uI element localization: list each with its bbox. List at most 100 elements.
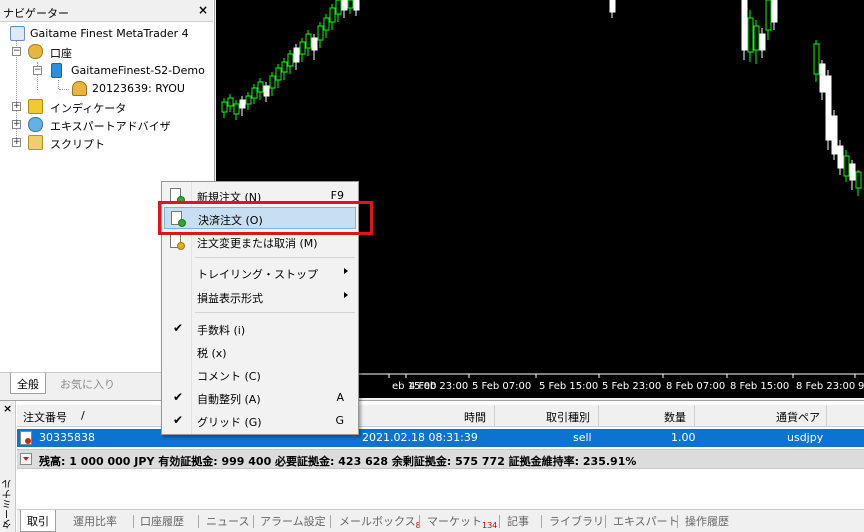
table-row[interactable]: 30335838 2021.02.18 08:31:39 sell 1.00 u… [17,429,864,447]
tree-scripts[interactable]: + スクリプト [12,134,202,152]
terminal-close-icon[interactable]: × [3,402,12,415]
balance-icon [20,453,32,465]
account-user-icon [72,81,87,96]
submenu-arrow-icon [344,292,348,298]
tab-alerts[interactable]: アラーム設定 [260,513,326,529]
candle-body [741,0,748,51]
navigator-title-bar: ナビゲーター × [0,0,213,22]
experts-icon [28,117,43,132]
highlight-box [158,201,373,235]
candle-body [233,103,240,115]
tree-scripts-label: スクリプト [50,138,105,151]
tree-indicators-label: インディケータ [50,102,127,115]
candle-body [287,53,294,67]
candle-body [305,33,312,49]
collapse-icon[interactable]: − [33,66,42,75]
candle-body [813,43,820,75]
terminal-label: ターミナル [3,479,14,529]
candle-body [759,33,766,51]
candle-body [353,0,360,11]
candle-body [323,17,330,31]
menu-item-grid[interactable]: ✔ グリッド (G) G [164,410,356,432]
time-tick-label: 4 Feb 23:00 [409,381,468,392]
navigator-close-icon[interactable]: × [198,3,208,17]
tab-account-history[interactable]: 口座履歴 [140,513,184,529]
tree-account-label: 20123639: RYOU [92,82,185,95]
menu-item-comment[interactable]: コメント (C) [164,364,356,386]
candle-body [329,7,336,23]
tab-experts[interactable]: エキスパート [613,513,679,529]
check-icon: ✔ [173,413,184,427]
candle-body [341,0,348,11]
tree-experts[interactable]: + エキスパートアドバイザ [12,116,202,134]
candle-body [609,0,616,13]
time-tick-label: 8 Feb 23:00 [796,381,855,392]
order-volume: 1.00 [671,431,696,444]
candle-body [263,85,270,97]
server-icon [51,63,62,78]
time-tick-label: 5 Feb 23:00 [602,381,661,392]
time-tick-label: 9 [858,381,864,392]
market-badge: 134 [482,521,498,531]
menu-item-auto-arrange[interactable]: ✔ 自動整列 (A) A [164,387,356,409]
terminal-icon [10,26,25,41]
expand-icon[interactable]: + [12,138,21,147]
menu-item-tax[interactable]: 税 (x) [164,341,356,363]
tree-account[interactable]: 20123639: RYOU [70,80,210,98]
expand-icon[interactable]: + [12,102,21,111]
candle-body [849,163,856,181]
order-type: sell [573,431,592,444]
tree-accounts[interactable]: − 口座 [12,43,202,61]
candle-body [753,25,760,51]
candle-body [251,87,258,99]
candle-body [221,101,228,113]
tab-library[interactable]: ライブラリ [549,513,604,529]
tab-general[interactable]: 全般 [10,373,46,394]
candle-body [269,75,276,89]
tree-root-label: Gaitame Finest MetaTrader 4 [30,27,189,40]
tab-articles[interactable]: 記事 [507,513,529,529]
menu-item-trailing-stop[interactable]: トレイリング・ストップ [164,262,356,284]
expand-icon[interactable]: + [12,120,21,129]
tab-mailbox[interactable]: メールボックス8 [339,513,421,530]
candle-body [227,97,234,107]
orders-table-header: 注文番号 / 時間 取引種別 数量 通貨ペア [17,405,864,427]
col-volume-header[interactable]: 数量 [599,405,695,427]
indicators-icon [28,99,43,114]
col-symbol-header[interactable]: 通貨ペア [695,405,827,427]
tab-favorites[interactable]: お気に入り [54,373,121,394]
order-time: 2021.02.18 08:31:39 [362,431,478,444]
balance-summary-row[interactable]: 残高: 1 000 000 JPY 有効証拠金: 999 400 必要証拠金: … [17,449,864,469]
candle-body [837,145,844,169]
balance-text: 残高: 1 000 000 JPY 有効証拠金: 999 400 必要証拠金: … [39,455,637,468]
modify-order-icon [169,234,185,250]
collapse-icon[interactable]: − [12,47,21,56]
candle-body [317,25,324,41]
candle-body [747,17,754,53]
tree-indicators[interactable]: + インディケータ [12,98,202,116]
menu-item-profit-display[interactable]: 損益表示形式 [164,286,356,308]
scripts-icon [28,135,43,150]
candle-body [311,37,318,51]
candle-body [819,63,826,93]
tab-journal[interactable]: 操作履歴 [685,513,729,529]
tab-exposure[interactable]: 運用比率 [73,513,117,529]
candle-body [239,99,246,109]
terminal-tabs: 取引 運用比率 口座履歴 ニュース アラーム設定 メールボックス8 マーケット1… [17,509,864,532]
tab-trade[interactable]: 取引 [20,510,56,532]
candle-body [257,81,264,93]
col-type-header[interactable]: 取引種別 [495,405,599,427]
candle-body [843,155,850,177]
candle-body [281,61,288,73]
tree-server[interactable]: − GaitameFinest-S2-Demo [33,62,213,80]
time-tick-label: 8 Feb 15:00 [730,381,789,392]
submenu-arrow-icon [344,268,348,274]
candle-body [831,115,838,155]
menu-item-commission[interactable]: ✔ 手数料 (i) [164,318,356,340]
tab-news[interactable]: ニュース [206,513,249,529]
candle-body [855,171,862,189]
tree-accounts-label: 口座 [50,47,72,60]
tab-market[interactable]: マーケット134 [427,513,497,530]
check-icon: ✔ [173,390,184,404]
tree-root[interactable]: Gaitame Finest MetaTrader 4 [8,25,208,43]
